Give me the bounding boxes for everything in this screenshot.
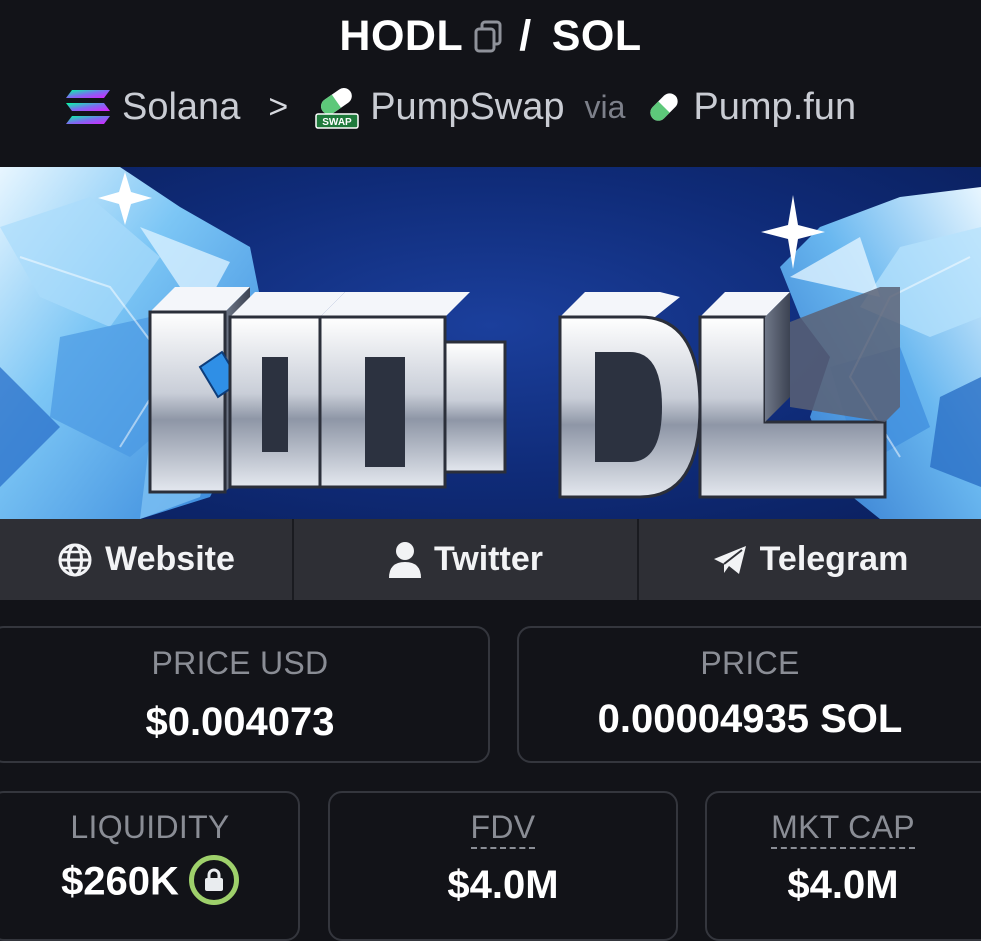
breadcrumb-dex[interactable]: SWAP PumpSwap — [314, 84, 565, 130]
pair-title: HODL / SOL — [0, 12, 981, 61]
pill-icon — [645, 88, 683, 126]
liquidity-card: LIQUIDITY $260K — [0, 791, 300, 941]
website-label: Website — [105, 540, 235, 578]
telegram-label: Telegram — [759, 540, 909, 578]
liquidity-label: LIQUIDITY — [70, 809, 230, 845]
pumpswap-icon: SWAP — [314, 84, 360, 130]
swap-badge-text: SWAP — [322, 117, 352, 128]
user-icon — [388, 541, 422, 579]
fdv-value: $4.0M — [447, 863, 559, 907]
mkt-cap-card: MKT CAP $4.0M — [705, 791, 981, 941]
hodl-logo — [148, 287, 900, 499]
chain-label: Solana — [122, 85, 241, 128]
social-links: Website Twitter Telegram — [0, 519, 981, 600]
breadcrumb-chain[interactable]: Solana — [64, 86, 240, 129]
lock-icon[interactable] — [188, 855, 239, 905]
launchpad-label: Pump.fun — [693, 85, 857, 128]
copy-icon[interactable] — [473, 20, 503, 54]
twitter-label: Twitter — [434, 540, 543, 578]
base-symbol: HODL — [339, 12, 464, 60]
breadcrumb: Solana > SWAP PumpSwap via Pump.fun — [64, 84, 856, 130]
price-usd-card: PRICE USD $0.004073 — [0, 626, 490, 763]
liquidity-value-row: $260K — [2, 855, 298, 909]
website-link[interactable]: Website — [0, 519, 294, 600]
quote-symbol: SOL — [551, 12, 642, 60]
solana-icon — [64, 87, 112, 127]
pair-header: HODL / SOL Solana > SWAP PumpSwap via Pu… — [0, 0, 981, 165]
twitter-link[interactable]: Twitter — [294, 519, 639, 600]
breadcrumb-launchpad[interactable]: Pump.fun — [645, 86, 856, 129]
price-value: 0.00004935 SOL — [597, 697, 903, 741]
pair-separator: / — [519, 12, 532, 60]
globe-icon — [57, 542, 93, 578]
telegram-link[interactable]: Telegram — [639, 519, 981, 600]
telegram-icon — [712, 544, 748, 576]
fdv-card: FDV $4.0M — [328, 791, 678, 941]
price-card: PRICE 0.00004935 SOL — [517, 626, 981, 763]
liquidity-value: $260K — [61, 859, 179, 904]
price-usd-label: PRICE USD — [151, 645, 329, 681]
mkt-cap-value: $4.0M — [787, 863, 899, 907]
via-label: via — [584, 88, 626, 125]
token-banner-image — [0, 167, 981, 519]
dex-label: PumpSwap — [370, 85, 565, 128]
mkt-cap-label[interactable]: MKT CAP — [771, 809, 915, 849]
mkt-cap-label-wrap: MKT CAP — [707, 809, 979, 849]
fdv-label[interactable]: FDV — [470, 809, 536, 849]
price-label: PRICE — [700, 645, 800, 681]
price-usd-value: $0.004073 — [145, 700, 335, 744]
chevron-right-icon: > — [268, 87, 289, 126]
fdv-label-wrap: FDV — [330, 809, 676, 849]
